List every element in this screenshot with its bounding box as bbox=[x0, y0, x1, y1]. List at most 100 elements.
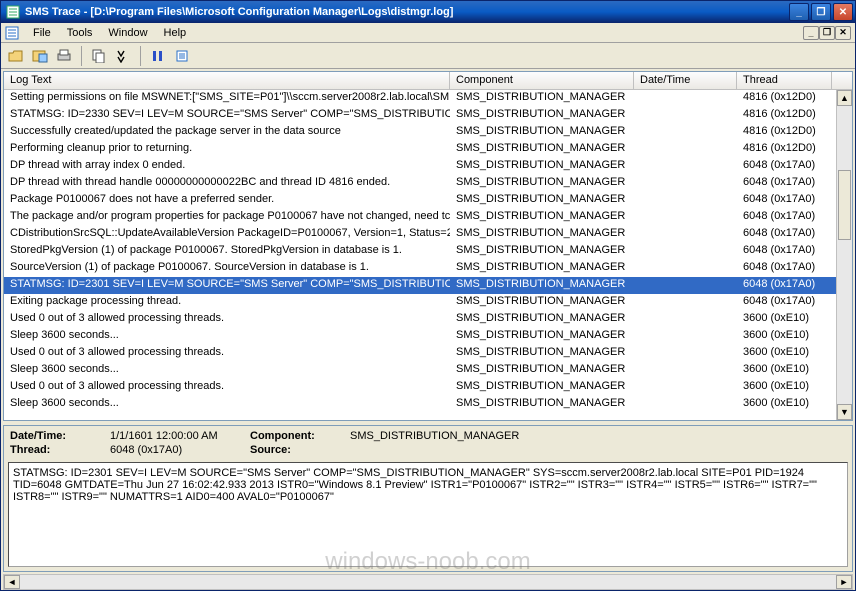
table-row[interactable]: DP thread with thread handle 00000000000… bbox=[4, 175, 852, 192]
scroll-right-icon[interactable]: ► bbox=[836, 575, 852, 589]
value-datetime: 1/1/1601 12:00:00 AM bbox=[110, 430, 250, 442]
cell-component: SMS_DISTRIBUTION_MANAGER bbox=[450, 175, 634, 192]
cell-date bbox=[634, 379, 737, 396]
app-window: SMS Trace - [D:\Program Files\Microsoft … bbox=[0, 0, 856, 591]
table-row[interactable]: Sleep 3600 seconds...SMS_DISTRIBUTION_MA… bbox=[4, 362, 852, 379]
column-header-comp[interactable]: Component bbox=[450, 72, 634, 89]
close-button[interactable]: ✕ bbox=[833, 3, 853, 21]
cell-log: DP thread with thread handle 00000000000… bbox=[4, 175, 450, 192]
column-header-thread[interactable]: Thread bbox=[737, 72, 832, 89]
cell-thread: 3600 (0xE10) bbox=[737, 328, 832, 345]
cell-component: SMS_DISTRIBUTION_MANAGER bbox=[450, 90, 634, 107]
log-listview: Log Text Component Date/Time Thread Sett… bbox=[3, 71, 853, 421]
cell-thread: 3600 (0xE10) bbox=[737, 345, 832, 362]
cell-thread: 3600 (0xE10) bbox=[737, 396, 832, 413]
menu-tools[interactable]: Tools bbox=[59, 25, 101, 41]
scroll-thumb[interactable] bbox=[838, 170, 851, 240]
column-header-log[interactable]: Log Text bbox=[4, 72, 450, 89]
cell-thread: 4816 (0x12D0) bbox=[737, 90, 832, 107]
cell-log: STATMSG: ID=2330 SEV=I LEV=M SOURCE="SMS… bbox=[4, 107, 450, 124]
cell-component: SMS_DISTRIBUTION_MANAGER bbox=[450, 209, 634, 226]
table-row[interactable]: StoredPkgVersion (1) of package P0100067… bbox=[4, 243, 852, 260]
table-row[interactable]: Used 0 out of 3 allowed processing threa… bbox=[4, 345, 852, 362]
menu-help[interactable]: Help bbox=[156, 25, 195, 41]
cell-thread: 6048 (0x17A0) bbox=[737, 226, 832, 243]
open-server-button[interactable] bbox=[29, 45, 51, 67]
cell-component: SMS_DISTRIBUTION_MANAGER bbox=[450, 107, 634, 124]
listview-body[interactable]: Setting permissions on file MSWNET:["SMS… bbox=[4, 90, 852, 420]
table-row[interactable]: Used 0 out of 3 allowed processing threa… bbox=[4, 379, 852, 396]
cell-thread: 3600 (0xE10) bbox=[737, 311, 832, 328]
cell-log: Sleep 3600 seconds... bbox=[4, 362, 450, 379]
table-row[interactable]: Successfully created/updated the package… bbox=[4, 124, 852, 141]
toolbar-separator bbox=[140, 46, 141, 66]
table-row[interactable]: The package and/or program properties fo… bbox=[4, 209, 852, 226]
cell-date bbox=[634, 328, 737, 345]
scroll-down-icon[interactable]: ▼ bbox=[837, 404, 852, 420]
cell-date bbox=[634, 260, 737, 277]
cell-component: SMS_DISTRIBUTION_MANAGER bbox=[450, 362, 634, 379]
cell-date bbox=[634, 158, 737, 175]
window-title: SMS Trace - [D:\Program Files\Microsoft … bbox=[25, 6, 789, 18]
detail-text[interactable]: STATMSG: ID=2301 SEV=I LEV=M SOURCE="SMS… bbox=[8, 462, 848, 567]
table-row[interactable]: Sleep 3600 seconds...SMS_DISTRIBUTION_MA… bbox=[4, 396, 852, 413]
maximize-button[interactable]: ❐ bbox=[811, 3, 831, 21]
column-header-date[interactable]: Date/Time bbox=[634, 72, 737, 89]
cell-date bbox=[634, 175, 737, 192]
cell-date bbox=[634, 226, 737, 243]
table-row[interactable]: Used 0 out of 3 allowed processing threa… bbox=[4, 311, 852, 328]
cell-thread: 6048 (0x17A0) bbox=[737, 158, 832, 175]
refresh-button[interactable] bbox=[171, 45, 193, 67]
copy-button[interactable] bbox=[88, 45, 110, 67]
label-thread: Thread: bbox=[10, 444, 110, 456]
cell-thread: 6048 (0x17A0) bbox=[737, 294, 832, 311]
table-row[interactable]: DP thread with array index 0 ended.SMS_D… bbox=[4, 158, 852, 175]
cell-log: The package and/or program properties fo… bbox=[4, 209, 450, 226]
menu-file[interactable]: File bbox=[25, 25, 59, 41]
horizontal-scrollbar[interactable]: ◄ ► bbox=[3, 574, 853, 590]
find-button[interactable] bbox=[112, 45, 134, 67]
vertical-scrollbar[interactable]: ▲ ▼ bbox=[836, 90, 852, 420]
cell-date bbox=[634, 362, 737, 379]
cell-log: Used 0 out of 3 allowed processing threa… bbox=[4, 311, 450, 328]
cell-log: CDistributionSrcSQL::UpdateAvailableVers… bbox=[4, 226, 450, 243]
mdi-close-button[interactable]: ✕ bbox=[835, 26, 851, 40]
table-row[interactable]: Sleep 3600 seconds...SMS_DISTRIBUTION_MA… bbox=[4, 328, 852, 345]
table-row[interactable]: STATMSG: ID=2301 SEV=I LEV=M SOURCE="SMS… bbox=[4, 277, 852, 294]
cell-date bbox=[634, 107, 737, 124]
table-row[interactable]: Package P0100067 does not have a preferr… bbox=[4, 192, 852, 209]
table-row[interactable]: STATMSG: ID=2330 SEV=I LEV=M SOURCE="SMS… bbox=[4, 107, 852, 124]
table-row[interactable]: SourceVersion (1) of package P0100067. S… bbox=[4, 260, 852, 277]
cell-log: STATMSG: ID=2301 SEV=I LEV=M SOURCE="SMS… bbox=[4, 277, 450, 294]
open-button[interactable] bbox=[5, 45, 27, 67]
cell-log: Successfully created/updated the package… bbox=[4, 124, 450, 141]
cell-date bbox=[634, 277, 737, 294]
table-row[interactable]: Performing cleanup prior to returning.SM… bbox=[4, 141, 852, 158]
cell-component: SMS_DISTRIBUTION_MANAGER bbox=[450, 192, 634, 209]
cell-thread: 6048 (0x17A0) bbox=[737, 260, 832, 277]
cell-log: Used 0 out of 3 allowed processing threa… bbox=[4, 379, 450, 396]
scroll-left-icon[interactable]: ◄ bbox=[4, 575, 20, 589]
cell-thread: 4816 (0x12D0) bbox=[737, 107, 832, 124]
cell-thread: 6048 (0x17A0) bbox=[737, 175, 832, 192]
cell-component: SMS_DISTRIBUTION_MANAGER bbox=[450, 124, 634, 141]
pause-button[interactable] bbox=[147, 45, 169, 67]
cell-thread: 6048 (0x17A0) bbox=[737, 243, 832, 260]
scroll-up-icon[interactable]: ▲ bbox=[837, 90, 852, 106]
minimize-button[interactable]: _ bbox=[789, 3, 809, 21]
print-button[interactable] bbox=[53, 45, 75, 67]
toolbar-separator bbox=[81, 46, 82, 66]
cell-log: Sleep 3600 seconds... bbox=[4, 396, 450, 413]
mdi-restore-button[interactable]: ❐ bbox=[819, 26, 835, 40]
label-source: Source: bbox=[250, 444, 350, 456]
cell-log: Package P0100067 does not have a preferr… bbox=[4, 192, 450, 209]
table-row[interactable]: CDistributionSrcSQL::UpdateAvailableVers… bbox=[4, 226, 852, 243]
cell-component: SMS_DISTRIBUTION_MANAGER bbox=[450, 277, 634, 294]
menu-window[interactable]: Window bbox=[100, 25, 155, 41]
scroll-track[interactable] bbox=[20, 575, 836, 589]
mdi-minimize-button[interactable]: _ bbox=[803, 26, 819, 40]
cell-date bbox=[634, 209, 737, 226]
table-row[interactable]: Exiting package processing thread.SMS_DI… bbox=[4, 294, 852, 311]
table-row[interactable]: Setting permissions on file MSWNET:["SMS… bbox=[4, 90, 852, 107]
cell-component: SMS_DISTRIBUTION_MANAGER bbox=[450, 345, 634, 362]
